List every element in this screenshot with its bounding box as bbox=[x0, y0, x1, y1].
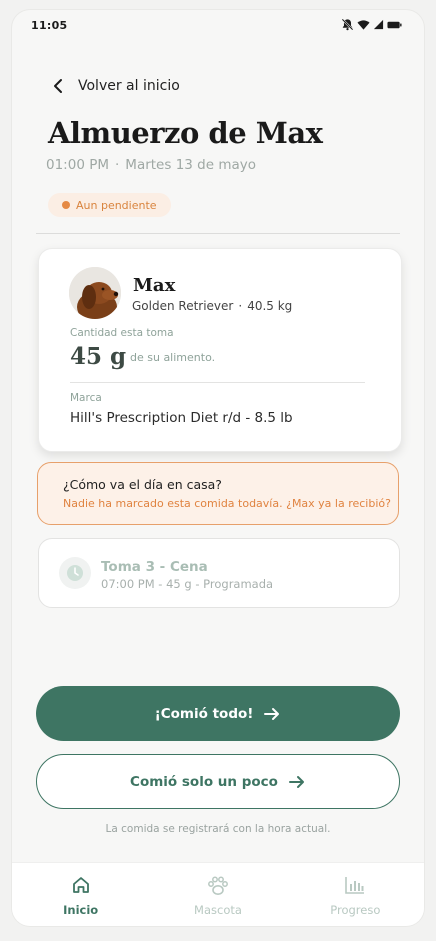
app-screen: 11:05 Volver al inicio Almuerzo de Max 0… bbox=[12, 10, 424, 926]
arrow-right-icon bbox=[264, 707, 280, 720]
meal-datetime: 01:00 PM · Martes 13 de mayo bbox=[46, 157, 256, 173]
card-divider bbox=[70, 382, 365, 383]
meal-date: Martes 13 de mayo bbox=[125, 157, 256, 173]
next-meal-title: Toma 3 - Cena bbox=[101, 559, 208, 575]
ate-little-label: Comió solo un poco bbox=[130, 773, 278, 790]
arrow-right-icon bbox=[288, 775, 304, 788]
quantity-label: Cantidad esta toma bbox=[70, 327, 174, 339]
pet-weight: 40.5 kg bbox=[247, 299, 293, 313]
status-icons bbox=[341, 18, 402, 31]
status-dot bbox=[62, 201, 70, 209]
brand-label: Marca bbox=[70, 392, 102, 404]
dog-photo bbox=[69, 267, 121, 319]
alert-title: ¿Cómo va el día en casa? bbox=[63, 477, 222, 492]
bar-chart-icon bbox=[345, 877, 365, 894]
pet-info: Golden Retriever · 40.5 kg bbox=[132, 299, 292, 313]
home-icon bbox=[72, 877, 89, 893]
quantity-suffix: de su alimento. bbox=[130, 351, 216, 364]
reminder-alert: ¿Cómo va el día en casa? Nadie ha marcad… bbox=[37, 462, 399, 525]
ate-all-button[interactable]: ¡Comió todo! bbox=[36, 686, 400, 741]
quantity-value: 45 g bbox=[70, 343, 127, 370]
bottom-nav: Inicio Mascota Progreso bbox=[12, 862, 424, 926]
next-meal-detail: 07:00 PM - 45 g - Programada bbox=[101, 577, 274, 591]
paw-icon bbox=[208, 876, 228, 895]
nav-item-progreso[interactable]: Progreso bbox=[287, 863, 424, 926]
nav-item-inicio[interactable]: Inicio bbox=[12, 863, 149, 926]
wifi-icon bbox=[357, 19, 370, 30]
bell-off-icon bbox=[341, 18, 354, 31]
ate-little-button[interactable]: Comió solo un poco bbox=[36, 754, 400, 809]
chevron-left-icon bbox=[54, 79, 62, 93]
ate-all-label: ¡Comió todo! bbox=[154, 705, 254, 722]
separator: · bbox=[238, 299, 243, 313]
clock-icon bbox=[59, 557, 91, 589]
pet-name: Max bbox=[133, 275, 176, 296]
status-bar: 11:05 bbox=[12, 10, 424, 42]
signal-icon bbox=[373, 19, 384, 30]
pet-card: Max Golden Retriever · 40.5 kg Cantidad es… bbox=[38, 248, 402, 452]
pet-breed: Golden Retriever bbox=[132, 299, 234, 313]
status-badge-label: Aun pendiente bbox=[76, 198, 157, 212]
separator: · bbox=[115, 157, 120, 173]
page-title: Almuerzo de Max bbox=[48, 116, 323, 150]
nav-label-progreso: Progreso bbox=[330, 903, 381, 917]
back-button[interactable]: Volver al inicio bbox=[52, 78, 180, 94]
back-label: Volver al inicio bbox=[78, 78, 180, 94]
meal-time: 01:00 PM bbox=[46, 157, 109, 173]
nav-label-mascota: Mascota bbox=[194, 903, 242, 917]
nav-label-inicio: Inicio bbox=[63, 903, 99, 917]
footnote: La comida se registrará con la hora actu… bbox=[105, 823, 331, 835]
battery-icon bbox=[387, 21, 402, 28]
nav-item-mascota[interactable]: Mascota bbox=[149, 863, 286, 926]
brand-value: Hill's Prescription Diet r/d - 8.5 lb bbox=[70, 410, 293, 426]
status-time: 11:05 bbox=[31, 19, 68, 32]
status-badge: Aun pendiente bbox=[48, 193, 171, 217]
alert-text: Nadie ha marcado esta comida todavía. ¿M… bbox=[63, 497, 391, 510]
divider bbox=[36, 233, 400, 234]
next-meal-card[interactable]: Toma 3 - Cena 07:00 PM - 45 g - Programa… bbox=[38, 538, 400, 608]
avatar bbox=[69, 267, 121, 319]
